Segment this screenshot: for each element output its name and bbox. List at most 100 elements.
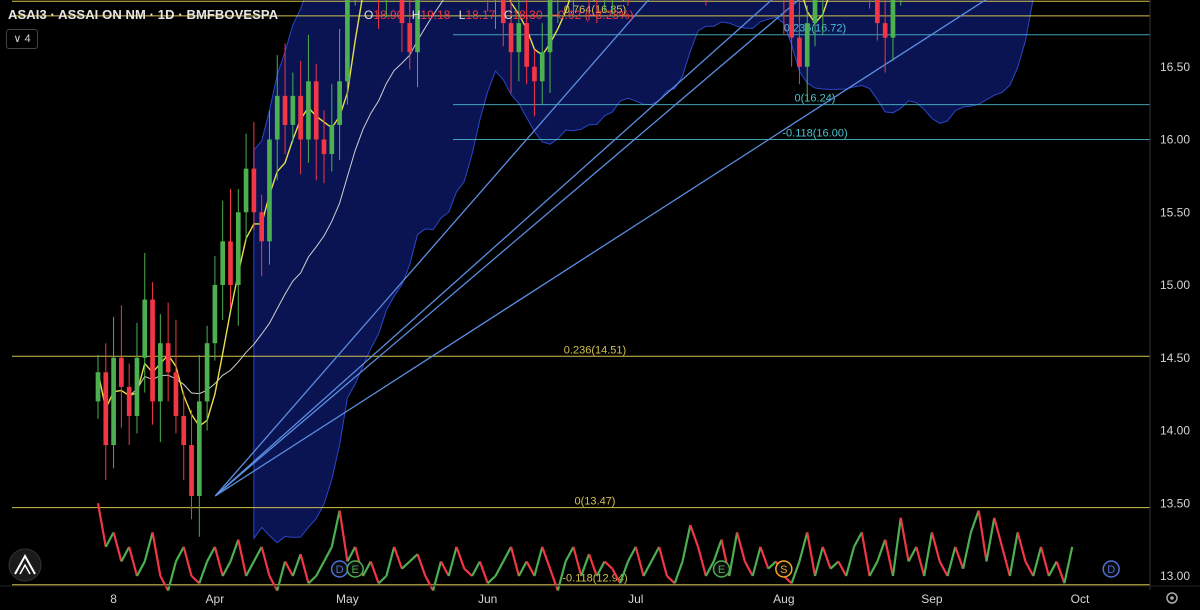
- oscillator-segment: [860, 532, 871, 577]
- oscillator-segment: [206, 546, 216, 562]
- oscillator-segment: [728, 532, 739, 577]
- oscillator-segment: [626, 546, 637, 562]
- event-marker-label: E: [718, 564, 725, 576]
- candle-body: [306, 81, 311, 140]
- event-marker-label: E: [352, 564, 359, 576]
- oscillator-segment: [424, 575, 435, 592]
- oscillator-segment: [455, 546, 466, 570]
- oscillator-segment: [790, 561, 801, 584]
- oscillator-segment: [541, 546, 552, 570]
- close-value: 18.30: [512, 8, 543, 22]
- chart-canvas[interactable]: 1.618(20.64)1.414(19.73)1.272(19.10)1.14…: [0, 0, 1200, 610]
- oscillator-segment: [416, 553, 427, 577]
- change-value: −0.62 (−3.28%): [550, 8, 634, 22]
- oscillator-segment: [323, 546, 333, 562]
- oscillator-segment: [697, 546, 707, 577]
- oscillator-segment: [977, 510, 988, 562]
- oscillator-segment: [946, 546, 957, 577]
- price-tick-label: 17.00: [1160, 0, 1190, 1]
- candle-body: [524, 23, 529, 67]
- oscillator-segment: [533, 546, 544, 577]
- oscillator-segment: [112, 532, 123, 562]
- bollinger-band-fill: [253, 0, 1034, 544]
- price-axis: 20.5020.0019.5019.0018.5018.0017.5017.00…: [1149, 0, 1190, 590]
- time-tick-label: Jun: [478, 592, 497, 606]
- time-tick-label: May: [336, 592, 359, 606]
- candle-body: [220, 241, 226, 285]
- candle-body: [189, 445, 194, 496]
- candle-body: [204, 343, 210, 402]
- candle-body: [321, 139, 327, 155]
- oscillator-segment: [899, 517, 910, 562]
- time-tick-label: Apr: [206, 592, 225, 606]
- oscillator-segment: [182, 546, 193, 577]
- oscillator-segment: [362, 560, 372, 577]
- oscillator-segment: [120, 546, 131, 562]
- price-tick-label: 16.00: [1160, 133, 1190, 147]
- oscillator-segment: [151, 532, 162, 577]
- candle-body: [797, 37, 802, 67]
- tradingview-logo-icon[interactable]: [6, 548, 44, 582]
- price-tick-label: 14.00: [1160, 424, 1190, 438]
- oscillator-segment: [969, 510, 980, 533]
- candle-body: [812, 0, 818, 24]
- oscillator-segment: [439, 560, 450, 577]
- close-key: C: [503, 8, 513, 22]
- candle-body: [119, 357, 124, 387]
- oscillator-segment: [260, 546, 271, 577]
- oscillator-segment: [868, 560, 879, 577]
- oscillator-segment: [299, 553, 310, 584]
- oscillator-segment: [401, 560, 411, 570]
- oscillator-segment: [408, 553, 419, 563]
- oscillator-segment: [221, 560, 232, 577]
- oscillator-segment: [736, 532, 746, 562]
- oscillator-segment: [510, 546, 520, 577]
- oscillator-segment: [143, 532, 154, 562]
- candle-body: [337, 81, 342, 125]
- high-value: 19.18: [420, 8, 451, 22]
- oscillator-segment: [650, 546, 661, 562]
- symbol-title[interactable]: ASAI3 · ASSAI ON NM · 1D · BMFBOVESPA: [8, 7, 278, 22]
- oscillator-segment: [245, 560, 255, 577]
- settings-icon[interactable]: [1166, 592, 1178, 604]
- oscillator-segment: [689, 524, 700, 548]
- oscillator-segment: [502, 546, 513, 562]
- oscillator-segment: [330, 510, 341, 548]
- oscillator-segment: [829, 560, 840, 570]
- candle-body: [134, 357, 140, 416]
- candle-body: [329, 124, 335, 155]
- oscillator-segment: [634, 546, 645, 577]
- oscillator-segment: [751, 546, 762, 577]
- candle-body: [539, 52, 545, 82]
- event-marker-label: D: [336, 564, 344, 576]
- indicator-collapse-button[interactable]: ∨ 4: [6, 29, 38, 49]
- oscillator-segment: [798, 532, 809, 562]
- oscillator-segment: [338, 510, 349, 562]
- oscillator-segment: [993, 517, 1004, 548]
- candle-body: [103, 372, 109, 446]
- oscillator-segment: [128, 546, 139, 577]
- oscillator-segment: [712, 539, 723, 562]
- candle-body: [259, 212, 265, 242]
- oscillator-segment: [1055, 561, 1066, 584]
- candle-body: [508, 23, 514, 53]
- oscillator-segment: [252, 546, 263, 562]
- candle-body: [95, 372, 101, 402]
- candle-body: [196, 401, 202, 496]
- candle-body: [235, 212, 241, 285]
- oscillator-segment: [198, 561, 209, 584]
- oscillator-segment: [845, 546, 856, 577]
- oscillator-segment: [548, 568, 559, 591]
- open-key: O: [364, 8, 374, 22]
- oscillator-segment: [1032, 546, 1043, 577]
- candle-body: [274, 95, 280, 140]
- price-tick-label: 15.00: [1160, 278, 1190, 292]
- candle-body: [212, 285, 218, 344]
- time-tick-label: Aug: [773, 592, 794, 606]
- candle-body: [298, 95, 303, 140]
- oscillator-segment: [471, 560, 481, 577]
- candle-body: [532, 66, 537, 82]
- candle-body: [890, 0, 896, 38]
- oscillator-segment: [930, 532, 941, 562]
- oscillator-segment: [923, 532, 934, 577]
